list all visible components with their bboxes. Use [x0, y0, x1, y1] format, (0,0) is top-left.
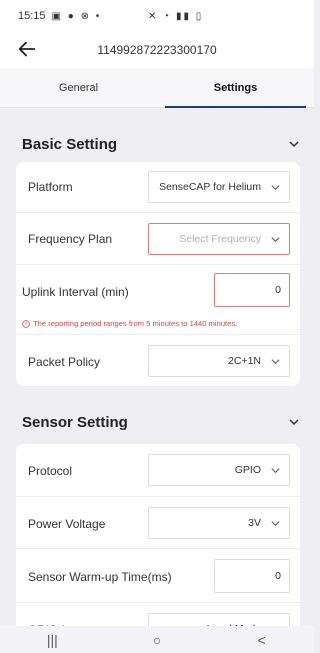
- chevron-down-icon[interactable]: [288, 416, 300, 428]
- sensor-setting-title: Sensor Setting: [22, 413, 128, 431]
- sensor-setting-card: Protocol GPIO Power Voltage 3V Sensor Wa…: [16, 444, 300, 634]
- chevron-down-icon: [271, 359, 280, 365]
- device-id-title: 114992872223300170: [97, 43, 217, 57]
- warmup-time-input[interactable]: 0: [214, 559, 290, 593]
- uplink-error-text: The reporting period ranges from 5 minut…: [33, 319, 238, 328]
- power-voltage-value: 3V: [248, 517, 261, 529]
- system-nav-bar: ||| ○ <: [0, 626, 314, 653]
- power-voltage-select[interactable]: 3V: [148, 507, 290, 539]
- uplink-interval-label: Uplink Interval (min): [22, 285, 129, 299]
- warmup-time-value: 0: [275, 570, 281, 582]
- basic-setting-card: Platform SenseCAP for Helium Frequency P…: [16, 162, 300, 386]
- packet-policy-value: 2C+1N: [228, 355, 261, 367]
- uplink-interval-input[interactable]: 0: [214, 273, 290, 307]
- status-time: 15:15: [18, 10, 46, 22]
- chevron-down-icon: [271, 185, 280, 191]
- uplink-interval-row: Uplink Interval (min) 0 The reporting pe…: [16, 264, 300, 334]
- tab-general[interactable]: General: [0, 68, 157, 107]
- protocol-row: Protocol GPIO: [16, 444, 300, 496]
- home-button[interactable]: ○: [137, 630, 177, 650]
- sensor-setting-header[interactable]: Sensor Setting: [0, 404, 314, 440]
- tab-settings[interactable]: Settings: [157, 68, 314, 108]
- frequency-plan-label: Frequency Plan: [28, 232, 113, 246]
- frequency-plan-row: Frequency Plan Select Frequency: [16, 212, 300, 264]
- status-bar: 15:15 ▣ ● ⊗ • ✕ ◔ ▮▮ ▯: [0, 0, 314, 32]
- packet-policy-select[interactable]: 2C+1N: [148, 345, 290, 377]
- platform-value: SenseCAP for Helium: [159, 181, 261, 193]
- platform-select[interactable]: SenseCAP for Helium: [148, 171, 290, 203]
- protocol-value: GPIO: [234, 464, 261, 476]
- frequency-plan-select[interactable]: Select Frequency: [148, 223, 290, 255]
- protocol-label: Protocol: [28, 464, 73, 478]
- chevron-down-icon[interactable]: [288, 138, 300, 150]
- recent-apps-button[interactable]: |||: [32, 630, 72, 650]
- uplink-error-message: The reporting period ranges from 5 minut…: [22, 319, 237, 328]
- tab-bar: General Settings: [0, 68, 314, 108]
- status-notification-icons: ▣ ● ⊗ •: [51, 10, 102, 22]
- back-button[interactable]: <: [242, 630, 282, 650]
- chevron-down-icon: [271, 237, 280, 243]
- frequency-placeholder: Select Frequency: [179, 233, 261, 245]
- protocol-select[interactable]: GPIO: [148, 454, 290, 486]
- chevron-down-icon: [271, 521, 280, 527]
- basic-setting-title: Basic Setting: [22, 135, 118, 153]
- packet-policy-label: Packet Policy: [28, 355, 101, 369]
- chevron-down-icon: [271, 468, 280, 474]
- platform-row: Platform SenseCAP for Helium: [16, 162, 300, 212]
- app-header: 114992872223300170: [0, 32, 314, 68]
- platform-label: Platform: [28, 180, 73, 194]
- warmup-time-label: Sensor Warm-up Time(ms): [28, 570, 172, 584]
- error-circle-icon: [22, 319, 30, 328]
- uplink-interval-value: 0: [275, 284, 281, 296]
- warmup-time-row: Sensor Warm-up Time(ms) 0: [16, 548, 300, 602]
- status-system-icons: ✕ ◔ ▮▮ ▯: [148, 10, 204, 22]
- power-voltage-label: Power Voltage: [28, 517, 106, 531]
- basic-setting-header[interactable]: Basic Setting: [0, 126, 314, 162]
- power-voltage-row: Power Voltage 3V: [16, 496, 300, 548]
- back-arrow-icon[interactable]: [16, 38, 38, 60]
- packet-policy-row: Packet Policy 2C+1N: [16, 334, 300, 386]
